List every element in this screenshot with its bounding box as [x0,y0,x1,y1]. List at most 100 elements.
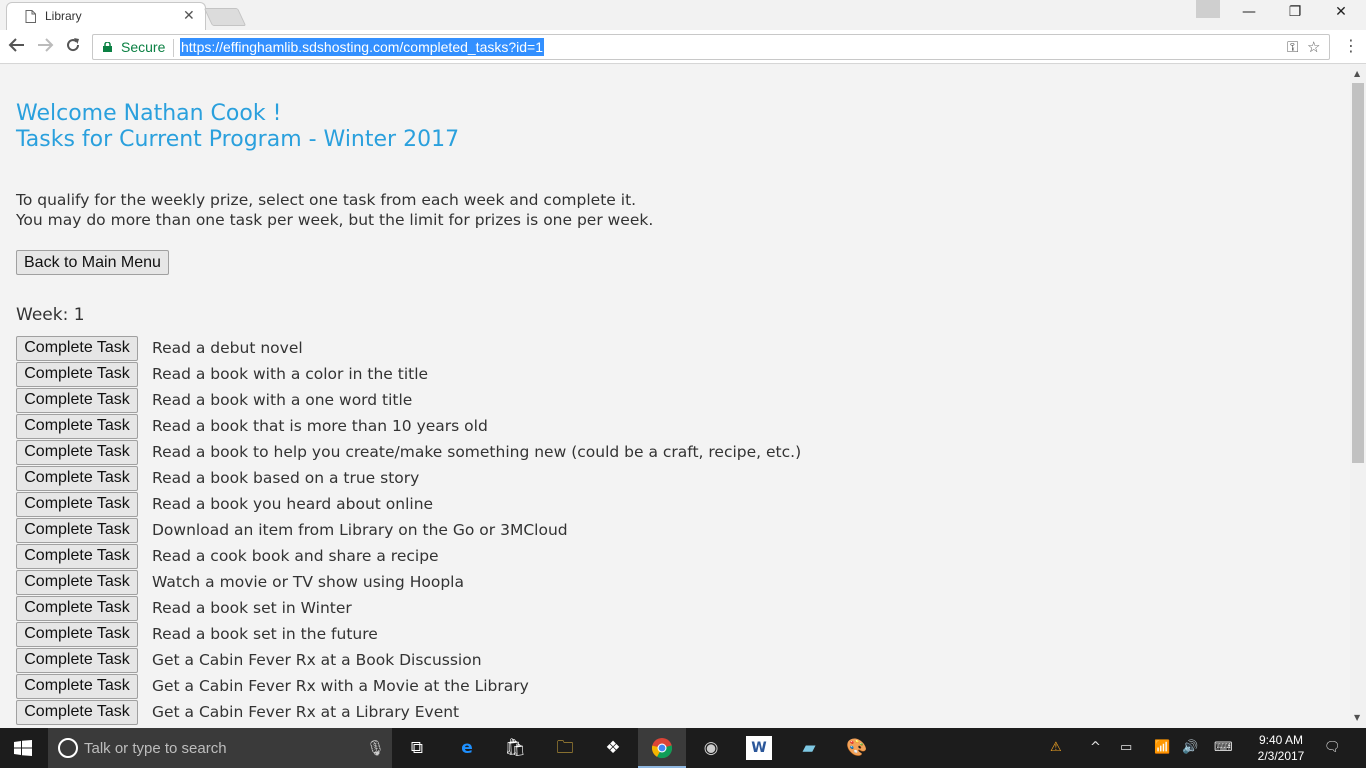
scroll-thumb[interactable] [1352,83,1364,463]
lock-icon [103,42,112,52]
task-view-icon[interactable]: ⧉ [404,736,430,760]
complete-task-button[interactable]: Complete Task [16,517,138,543]
welcome-text: Welcome Nathan Cook ! [16,101,282,126]
task-description: Read a book set in the future [152,625,378,643]
minimize-button[interactable]: — [1226,4,1272,24]
scrollbar[interactable]: ▲ ▼ [1350,65,1366,728]
task-row: Complete Task Read a book set in the futu… [16,621,801,647]
scroll-up-icon[interactable]: ▲ [1354,69,1360,78]
task-row: Complete Task Read a debut novel [16,335,801,361]
page-icon [25,10,36,23]
search-placeholder: Talk or type to search [84,740,227,757]
task-row: Complete Task Watch a movie or TV show us… [16,569,801,595]
dropbox-icon[interactable]: ❖ [600,736,626,760]
keyboard-icon[interactable]: ⌨ [1214,740,1233,755]
task-row: Complete Task Read a book to help you cre… [16,439,801,465]
task-list: Complete Task Read a debut novel Complete … [16,335,801,725]
battery-icon[interactable]: ▭ [1120,740,1132,755]
week-label: Week: 1 [16,305,85,325]
complete-task-button[interactable]: Complete Task [16,335,138,361]
paint-icon[interactable]: 🎨 [844,736,870,760]
intro-line-1: To qualify for the weekly prize, select … [16,191,637,209]
browser-toolbar: Secure https://effinghamlib.sdshosting.c… [0,30,1366,64]
task-description: Read a book based on a true story [152,469,420,487]
scroll-down-icon[interactable]: ▼ [1354,713,1360,722]
task-description: Read a book with a color in the title [152,365,429,383]
complete-task-button[interactable]: Complete Task [16,569,138,595]
chrome-icon [651,738,673,759]
key-icon[interactable]: ⚿ [1287,38,1298,56]
tab-close-icon[interactable]: ✕ [183,7,195,24]
notes-icon[interactable]: ▰ [796,736,822,760]
back-to-main-menu-button[interactable]: Back to Main Menu [16,250,169,275]
back-arrow-icon[interactable] [6,36,28,58]
task-description: Read a book with a one word title [152,391,413,409]
windows-taskbar: Talk or type to search 🎙 ⧉ e 🛍 🗀 ❖ ◉ W ▰… [0,728,1366,768]
task-description: Read a book you heard about online [152,495,434,513]
task-row: Complete Task Read a book that is more th… [16,413,801,439]
task-row: Complete Task Read a book based on a true… [16,465,801,491]
new-tab-button[interactable] [203,8,247,26]
task-description: Read a book set in Winter [152,599,352,617]
task-description: Read a cook book and share a recipe [152,547,439,565]
task-row: Complete Task Get a Cabin Fever Rx at a L… [16,699,801,725]
complete-task-button[interactable]: Complete Task [16,543,138,569]
browser-tab[interactable]: Library ✕ [6,2,206,30]
url-text[interactable]: https://effinghamlib.sdshosting.com/comp… [180,38,545,56]
show-hidden-icons-icon[interactable]: ^ [1090,740,1101,755]
page-heading: Welcome Nathan Cook ! Tasks for Current … [16,101,459,153]
close-window-button[interactable]: ✕ [1318,4,1364,24]
clock[interactable]: 9:40 AM 2/3/2017 [1246,732,1316,764]
taskbar-search-box[interactable]: Talk or type to search 🎙 [48,728,392,768]
volume-icon[interactable]: 🔊 [1182,740,1198,755]
wifi-icon[interactable]: 📶 [1154,740,1170,755]
complete-task-button[interactable]: Complete Task [16,361,138,387]
complete-task-button[interactable]: Complete Task [16,413,138,439]
intro-line-2: You may do more than one task per week, … [16,211,654,229]
forward-arrow-icon[interactable] [34,36,56,58]
address-bar[interactable]: Secure https://effinghamlib.sdshosting.c… [92,34,1330,60]
star-icon[interactable]: ☆ [1307,38,1320,56]
url-divider [173,39,174,57]
task-row: Complete Task Get a Cabin Fever Rx with a… [16,673,801,699]
complete-task-button[interactable]: Complete Task [16,387,138,413]
restore-button[interactable]: ❐ [1272,4,1318,24]
action-center-icon[interactable]: 🗨 [1324,740,1341,755]
intro-text: To qualify for the weekly prize, select … [16,190,653,230]
complete-task-button[interactable]: Complete Task [16,465,138,491]
title-bar: Library ✕ — ❐ ✕ [0,0,1366,30]
task-row: Complete Task Read a book with a one word… [16,387,801,413]
complete-task-button[interactable]: Complete Task [16,491,138,517]
word-icon[interactable]: W [746,736,772,760]
reload-icon[interactable] [62,36,84,58]
clock-time: 9:40 AM [1258,733,1304,747]
store-icon[interactable]: 🛍 [502,736,528,760]
tab-title: Library [45,9,82,23]
task-description: Get a Cabin Fever Rx with a Movie at the… [152,677,529,695]
task-row: Complete Task Download an item from Libra… [16,517,801,543]
disc-icon[interactable]: ◉ [698,736,724,760]
task-description: Read a book that is more than 10 years o… [152,417,488,435]
more-vert-icon[interactable]: ⋮ [1343,36,1359,55]
complete-task-button[interactable]: Complete Task [16,673,138,699]
task-description: Read a debut novel [152,339,303,357]
page-content: Welcome Nathan Cook ! Tasks for Current … [0,65,1350,728]
windows-start-icon[interactable] [14,740,32,756]
complete-task-button[interactable]: Complete Task [16,699,138,725]
task-description: Get a Cabin Fever Rx at a Book Discussio… [152,651,482,669]
user-profile-icon[interactable] [1196,0,1220,18]
clock-date: 2/3/2017 [1257,749,1305,763]
cortana-icon [58,738,78,758]
edge-icon[interactable]: e [454,736,480,760]
complete-task-button[interactable]: Complete Task [16,439,138,465]
task-row: Complete Task Read a cook book and share … [16,543,801,569]
complete-task-button[interactable]: Complete Task [16,621,138,647]
task-row: Complete Task Get a Cabin Fever Rx at a B… [16,647,801,673]
notification-warning-icon[interactable]: ⚠ [1050,740,1062,755]
task-row: Complete Task Read a book you heard about… [16,491,801,517]
complete-task-button[interactable]: Complete Task [16,595,138,621]
microphone-icon[interactable]: 🎙 [366,739,385,757]
complete-task-button[interactable]: Complete Task [16,647,138,673]
file-explorer-icon[interactable]: 🗀 [552,736,578,760]
chrome-taskbar-button[interactable] [638,728,686,768]
